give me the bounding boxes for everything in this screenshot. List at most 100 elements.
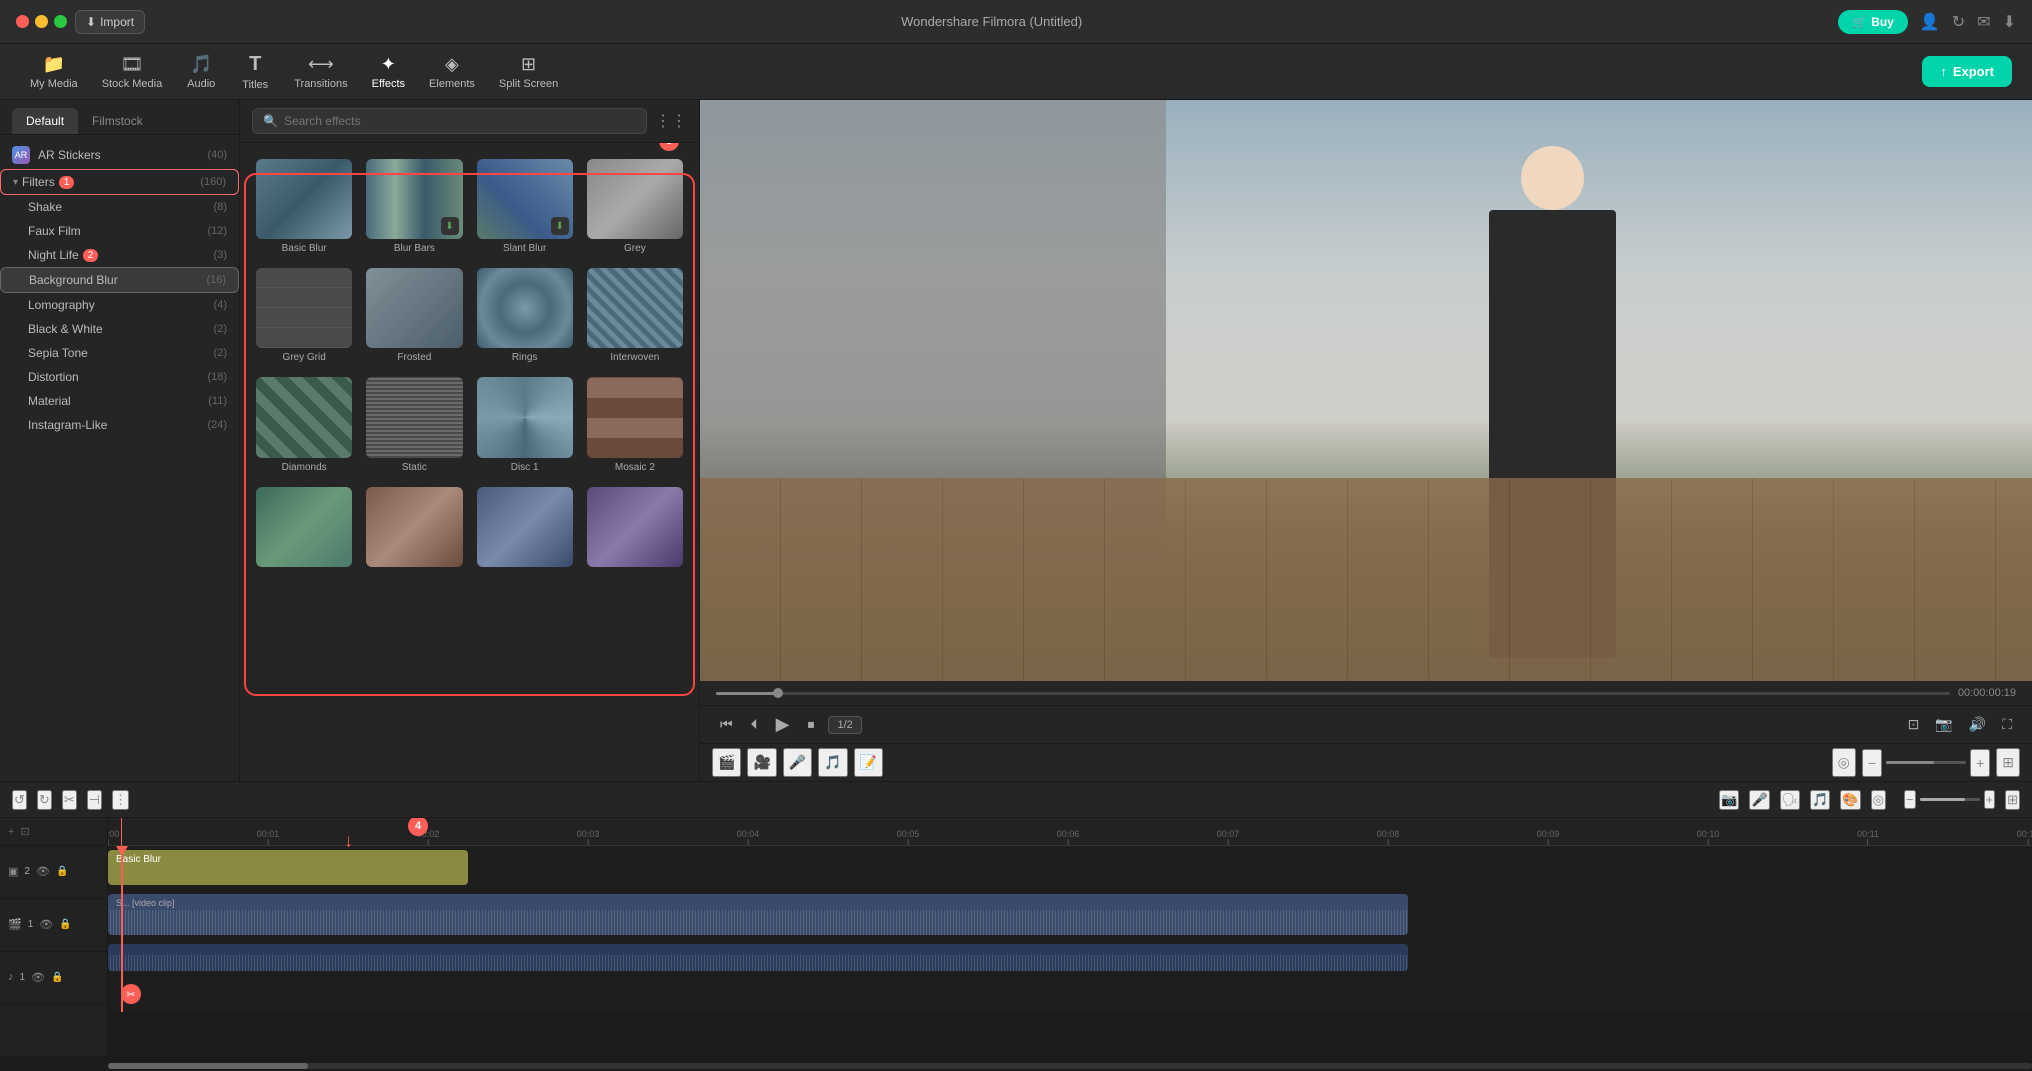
grid-toggle-icon[interactable]: ⋮⋮ (655, 111, 687, 131)
effect-row4-1[interactable] (252, 483, 356, 575)
preview-tool-5[interactable]: 📝 (854, 748, 883, 777)
effect-static[interactable]: Static (362, 373, 466, 476)
tl-scrollbar-thumb[interactable] (108, 1063, 308, 1069)
toolbar-audio[interactable]: 🎵 Audio (176, 48, 226, 96)
download-icon[interactable]: ⬇ (2003, 12, 2016, 32)
buy-button[interactable]: 🛒 Buy (1838, 10, 1908, 34)
import-button[interactable]: ⬇ Import (75, 10, 145, 34)
tl-stab-button[interactable]: ◎ (1871, 790, 1886, 810)
tl-zoom-slider[interactable] (1920, 798, 1980, 801)
preview-tool-2[interactable]: 🎥 (747, 748, 776, 777)
effect-mosaic-2[interactable]: Mosaic 2 (583, 373, 687, 476)
user-icon[interactable]: 👤 (1920, 12, 1940, 32)
effect-diamonds[interactable]: Diamonds (252, 373, 356, 476)
minimize-button[interactable] (35, 15, 48, 28)
play-button[interactable]: ▶ (772, 710, 794, 739)
track-audio-eye[interactable]: 👁 (31, 971, 45, 984)
grid-view-button[interactable]: ⊞ (1996, 748, 2020, 777)
effects-clip[interactable]: Basic Blur (108, 850, 468, 885)
tl-add-track-icon[interactable]: + (8, 826, 14, 838)
progress-bar[interactable] (716, 692, 1950, 695)
search-input[interactable] (284, 114, 636, 128)
effect-interwoven[interactable]: Interwoven (583, 264, 687, 367)
mail-icon[interactable]: ✉ (1977, 12, 1990, 32)
zoom-out-button[interactable]: − (1862, 749, 1882, 777)
close-button[interactable] (16, 15, 29, 28)
cut-button[interactable]: ✂ (62, 790, 77, 810)
audio-clip[interactable] (108, 944, 1408, 971)
effect-row4-2[interactable] (362, 483, 466, 575)
track-effects-lock[interactable]: 🔒 (56, 866, 68, 877)
tl-mic-button[interactable]: 🎤 (1749, 790, 1769, 810)
sidebar-item-filters[interactable]: ▾ Filters 1 (160) (0, 169, 239, 195)
tl-zoom-in[interactable]: + (1984, 790, 1996, 809)
zoom-in-button[interactable]: + (1970, 749, 1990, 777)
sidebar-item-black-white[interactable]: Black & White (2) (0, 317, 239, 341)
track-video-lock[interactable]: 🔒 (59, 919, 71, 930)
fullscreen-button[interactable]: ⛶ (1998, 712, 2016, 737)
undo-button[interactable]: ↺ (12, 790, 27, 810)
sidebar-item-shake[interactable]: Shake (8) (0, 195, 239, 219)
effect-rings[interactable]: Rings (473, 264, 577, 367)
toolbar-effects[interactable]: ✦ Effects (362, 48, 415, 96)
sidebar-item-sepia-tone[interactable]: Sepia Tone (2) (0, 341, 239, 365)
fit-window-button[interactable]: ⊡ (1904, 712, 1924, 737)
tl-camera-button[interactable]: 📷 (1719, 790, 1739, 810)
snapshot-button[interactable]: 📷 (1931, 712, 1956, 737)
speed-selector[interactable]: 1/2 (828, 716, 861, 734)
skip-back-button[interactable]: ⏮ (716, 712, 737, 737)
track-video-eye[interactable]: 👁 (39, 918, 53, 931)
toolbar-split-screen[interactable]: ⊞ Split Screen (489, 48, 568, 96)
preview-tool-1[interactable]: 🎬 (712, 748, 741, 777)
sidebar-item-background-blur[interactable]: Background Blur (16) (0, 267, 239, 293)
tab-filmstock[interactable]: Filmstock (78, 108, 157, 134)
tab-default[interactable]: Default (12, 108, 78, 134)
toolbar-my-media[interactable]: 📁 My Media (20, 48, 88, 96)
preview-tool-3[interactable]: 🎤 (783, 748, 812, 777)
track-audio-lock[interactable]: 🔒 (51, 972, 63, 983)
sidebar-item-night-life[interactable]: Night Life 2 (3) (0, 243, 239, 267)
frame-back-button[interactable]: ⏴ (747, 712, 762, 737)
timeline-tracks[interactable]: 00:00 00:01 00:02 00:03 00:04 00:05 00:0… (108, 818, 2032, 1057)
track-effects-eye[interactable]: 👁 (36, 865, 50, 878)
effect-blur-bars[interactable]: ⬇ Blur Bars (362, 155, 466, 258)
refresh-icon[interactable]: ↻ (1952, 12, 1965, 32)
sidebar-item-faux-film[interactable]: Faux Film (12) (0, 219, 239, 243)
effect-frosted[interactable]: Frosted (362, 264, 466, 367)
maximize-button[interactable] (54, 15, 67, 28)
tl-zoom-out[interactable]: − (1904, 790, 1916, 809)
trim-button[interactable]: ⊣ (87, 790, 102, 810)
sidebar-item-lomography[interactable]: Lomography (4) (0, 293, 239, 317)
preview-tool-4[interactable]: 🎵 (818, 748, 847, 777)
zoom-slider[interactable] (1886, 761, 1966, 764)
sidebar-item-ar-stickers[interactable]: AR AR Stickers (40) (0, 141, 239, 169)
toolbar-titles[interactable]: T Titles (230, 47, 280, 97)
sidebar-item-material[interactable]: Material (11) (0, 389, 239, 413)
redo-button[interactable]: ↻ (37, 790, 52, 810)
effect-disc-1[interactable]: Disc 1 (473, 373, 577, 476)
tl-music-button[interactable]: 🎵 (1810, 790, 1830, 810)
split-button[interactable]: ⋮ (112, 790, 129, 810)
tl-voice-button[interactable]: 🗣 (1780, 790, 1801, 810)
effect-basic-blur[interactable]: Basic Blur (252, 155, 356, 258)
preview-render-button[interactable]: ◎ (1832, 748, 1856, 777)
export-button[interactable]: ↑ Export (1922, 56, 2012, 87)
sidebar-item-instagram-like[interactable]: Instagram-Like (24) (0, 413, 239, 437)
search-box[interactable]: 🔍 (252, 108, 647, 134)
sidebar-item-distortion[interactable]: Distortion (18) (0, 365, 239, 389)
effect-grey[interactable]: Grey (583, 155, 687, 258)
tl-layout-button[interactable]: ⊞ (2005, 790, 2020, 810)
toolbar-transitions[interactable]: ⟷ Transitions (284, 48, 357, 96)
tl-collapse-icon[interactable]: ⊡ (20, 825, 29, 838)
volume-button[interactable]: 🔊 (1965, 712, 1990, 737)
stop-button[interactable]: ⏹ (803, 712, 818, 737)
toolbar-elements[interactable]: ◈ Elements (419, 48, 485, 96)
toolbar-stock-media[interactable]: 🎞 Stock Media (92, 48, 173, 96)
progress-thumb[interactable] (773, 688, 783, 698)
effect-row4-3[interactable] (473, 483, 577, 575)
tl-color-button[interactable]: 🎨 (1840, 790, 1860, 810)
effect-grey-grid[interactable]: Grey Grid (252, 264, 356, 367)
effect-slant-blur[interactable]: ⬇ Slant Blur (473, 155, 577, 258)
video-clip[interactable]: S... [video clip] (108, 894, 1408, 935)
effect-row4-4[interactable] (583, 483, 687, 575)
